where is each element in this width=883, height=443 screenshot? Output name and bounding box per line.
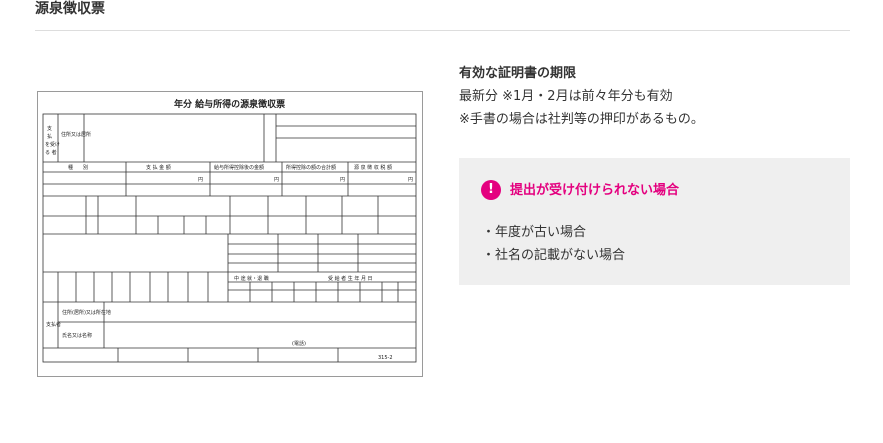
warning-item-old-year: ・年度が古い場合 xyxy=(482,225,587,240)
warning-title: 提出が受け付けられない場合 xyxy=(510,183,680,198)
slip-label: 住所(居所)又は所在地 xyxy=(62,309,111,316)
slip-label: 氏名又は名称 xyxy=(62,332,92,339)
section-title: 源泉徴収票 xyxy=(35,1,105,17)
slip-label: 住所又は居所 xyxy=(61,131,91,138)
slip-label: 払 xyxy=(47,133,52,140)
slip-label: 315-2 xyxy=(378,355,393,361)
slip-label: 種 別 xyxy=(68,164,88,171)
slip-label: 円 xyxy=(198,177,203,183)
slip-label: 源 泉 徴 収 税 額 xyxy=(354,164,392,171)
slip-label: 円 xyxy=(408,177,413,183)
validity-line-latest: 最新分 ※1月・2月は前々年分も有効 xyxy=(459,89,673,104)
slip-label: 中 途 就・退 職 xyxy=(234,275,269,282)
slip-label: 受 給 者 生 年 月 日 xyxy=(328,275,373,282)
warning-item-no-company: ・社名の記載がない場合 xyxy=(482,248,626,263)
slip-label: る 者 xyxy=(45,150,57,156)
slip-label: 円 xyxy=(274,177,279,183)
withholding-slip-image: 年分 給与所得の源泉徴収票 支 払 を受け る 者 住所又は居所 種 別 支 払… xyxy=(37,91,423,377)
slip-label: 所得控除の額の合計額 xyxy=(286,164,336,171)
slip-header: 年分 給与所得の源泉徴収票 xyxy=(174,98,285,110)
validity-line-handwritten: ※手書の場合は社判等の押印があるもの。 xyxy=(459,112,704,127)
slip-label: 支払者 xyxy=(46,321,61,328)
slip-label: を受け xyxy=(45,141,60,148)
exclamation-circle-icon: ! xyxy=(481,180,501,200)
slip-label: (電話) xyxy=(292,340,306,347)
slip-label: 支 xyxy=(47,125,52,132)
divider xyxy=(35,30,850,31)
slip-label: 給与所得控除後の金額 xyxy=(214,164,264,171)
slip-label: 円 xyxy=(340,177,345,183)
warning-box: ! 提出が受け付けられない場合 ・年度が古い場合 ・社名の記載がない場合 xyxy=(459,158,850,285)
validity-heading: 有効な証明書の期限 xyxy=(459,66,577,81)
slip-label: 支 払 金 額 xyxy=(146,164,171,171)
